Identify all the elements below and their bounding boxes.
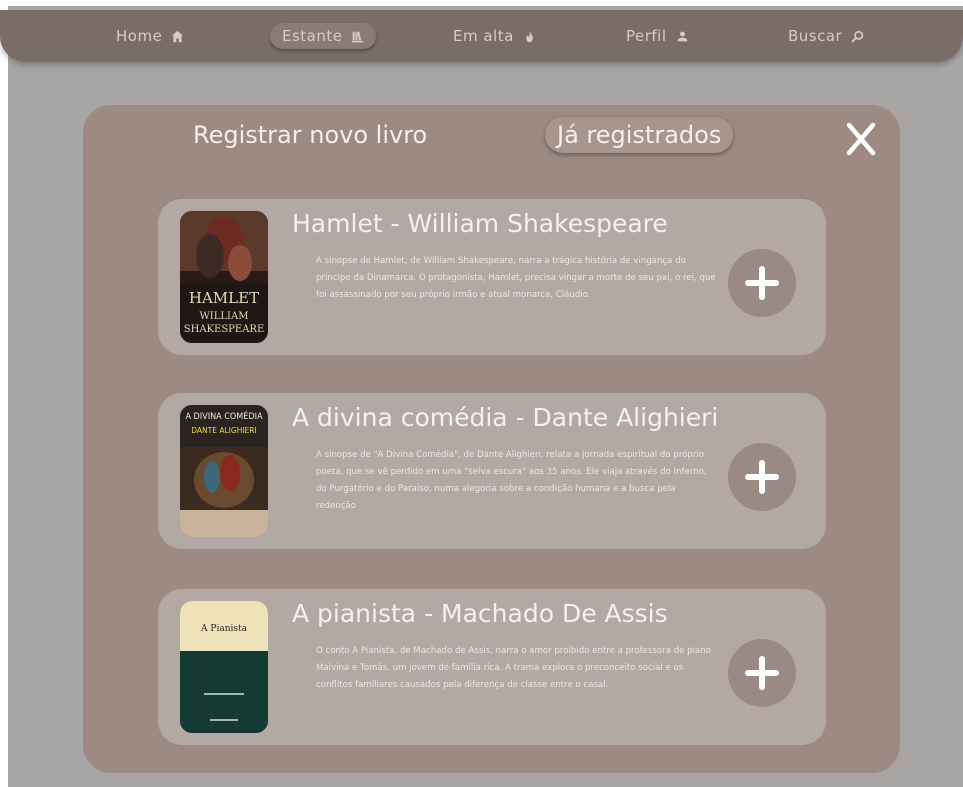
register-book-modal: Registrar novo livro Já registrados HAML… [83,105,900,773]
add-book-button[interactable] [728,639,796,707]
book-card: A Pianista A pianista - Machado De Assis… [158,589,826,745]
plus-icon [745,656,779,690]
tab-register-new-book[interactable]: Registrar novo livro [193,117,427,153]
bookshelf-icon [352,30,364,42]
nav-item-label: Em alta [453,27,514,45]
book-title: A divina comédia - Dante Alighieri [292,403,719,432]
plus-icon [745,460,779,494]
book-cover-image: A DIVINA COMÉDIA DANTE ALIGHIERI [180,405,268,537]
plus-icon [745,266,779,300]
close-button[interactable] [844,119,878,159]
nav-item-estante[interactable]: Estante [270,23,377,49]
top-navbar: Home Estante Em alta Perfil Buscar [0,10,963,62]
add-book-button[interactable] [728,443,796,511]
nav-item-em-alta[interactable]: Em alta [441,23,548,49]
nav-item-buscar[interactable]: Buscar [776,23,876,49]
fire-icon [526,30,533,42]
book-synopsis: A sinopse de Hamlet, de William Shakespe… [316,256,716,300]
book-cover-image: A Pianista [180,601,268,733]
book-title: Hamlet - William Shakespeare [292,209,668,238]
book-synopsis: O conto A Pianista, de Machado de Assis,… [316,646,711,690]
book-cover-image: HAMLET WILLIAM SHAKESPEARE [180,211,268,343]
close-icon [846,122,876,156]
nav-item-label: Buscar [788,27,843,45]
nav-item-label: Estante [282,27,343,45]
home-icon [172,30,184,42]
book-card: HAMLET WILLIAM SHAKESPEARE Hamlet - Will… [158,199,826,355]
nav-item-home[interactable]: Home [104,23,196,49]
cover-author: DANTE ALIGHIERI [191,426,256,435]
nav-item-label: Perfil [626,27,667,45]
cover-title: A Pianista [200,624,248,634]
nav-item-perfil[interactable]: Perfil [614,23,701,49]
book-synopsis: A sinopse de "A Divina Comédia", de Dant… [316,450,707,511]
tab-already-registered[interactable]: Já registrados [545,117,734,153]
nav-item-label: Home [116,27,163,45]
cover-title: HAMLET [189,289,259,307]
book-card: A DIVINA COMÉDIA DANTE ALIGHIERI A divin… [158,393,826,549]
add-book-button[interactable] [728,249,796,317]
cover-author: SHAKESPEARE [184,324,265,335]
search-icon [851,30,864,42]
book-title: A pianista - Machado De Assis [292,599,668,628]
user-icon [677,31,687,41]
cover-author: WILLIAM [200,311,249,322]
cover-title: A DIVINA COMÉDIA [185,410,263,422]
